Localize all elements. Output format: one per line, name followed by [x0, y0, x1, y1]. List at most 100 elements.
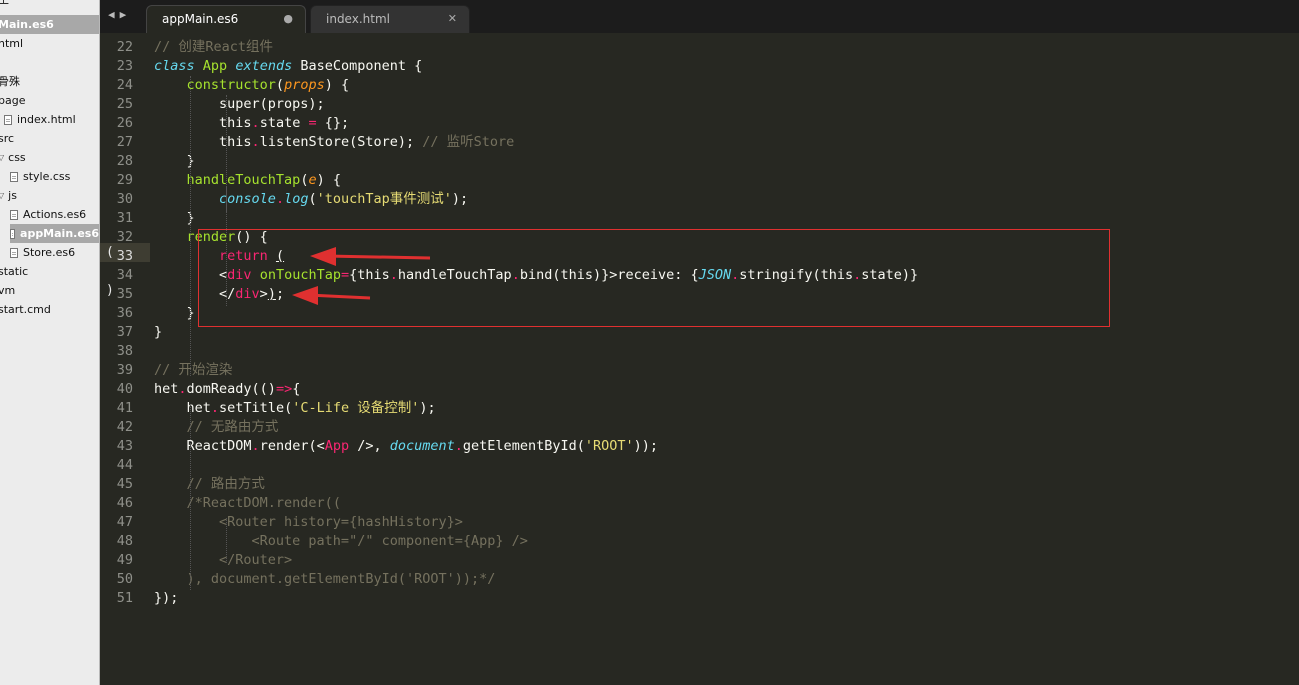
sidebar-item[interactable]: src	[0, 129, 99, 148]
code-line[interactable]: /*ReactDOM.render((	[154, 494, 341, 513]
forward-arrow-icon[interactable]: ▶	[120, 8, 132, 21]
code-line[interactable]: ), document.getElementById('ROOT'));*/	[154, 570, 496, 589]
line-number: 30	[116, 191, 133, 207]
line-number: 50	[116, 571, 133, 587]
code-line[interactable]: console.log('touchTap事件测试');	[154, 190, 468, 209]
line-number: 42	[116, 419, 133, 435]
line-number: 49	[116, 552, 133, 568]
line-number: 27	[116, 134, 133, 150]
sidebar-item[interactable]: 骨殊	[0, 72, 99, 91]
line-number: 29	[116, 172, 133, 188]
line-number: 32	[116, 229, 133, 245]
sidebar-item-label: js	[8, 189, 17, 202]
code-line[interactable]: constructor(props) {	[154, 76, 350, 95]
indent-guide	[226, 186, 227, 212]
unsaved-dot-icon[interactable]: ●	[283, 6, 293, 32]
sidebar-item[interactable]: style.css	[10, 167, 99, 186]
sidebar-item[interactable]	[0, 53, 99, 72]
code-line[interactable]: }	[154, 304, 195, 323]
code-line[interactable]: }	[154, 323, 162, 342]
line-number: 46	[116, 495, 133, 511]
sidebar-item-label: start.cmd	[0, 303, 51, 316]
line-number: 24	[116, 77, 133, 93]
code-line[interactable]: // 创建React组件	[154, 38, 273, 57]
line-number: 39	[116, 362, 133, 378]
folder-expanded-icon: ▽	[0, 186, 4, 205]
tab-index-html[interactable]: index.html ✕	[310, 5, 470, 33]
code-line[interactable]: }	[154, 209, 195, 228]
sidebar-item[interactable]: Store.es6	[10, 243, 99, 262]
sidebar-item[interactable]: Actions.es6	[10, 205, 99, 224]
code-line[interactable]: handleTouchTap(e) {	[154, 171, 341, 190]
sidebar-item-label: appMain.es6	[20, 227, 99, 240]
annotation-highlight-box	[198, 229, 1110, 327]
tab-bar: ◀▶ appMain.es6 ● index.html ✕	[100, 0, 1299, 33]
line-number: 38	[116, 343, 133, 359]
tab-appmain-es6[interactable]: appMain.es6 ●	[146, 5, 306, 33]
code-line[interactable]: het.setTitle('C-Life 设备控制');	[154, 399, 436, 418]
sidebar-item[interactable]: vm	[0, 281, 99, 300]
code-line[interactable]: }	[154, 152, 195, 171]
line-number: 45	[116, 476, 133, 492]
code-line[interactable]: class App extends BaseComponent {	[154, 57, 422, 76]
code-line[interactable]: this.listenStore(Store); // 监听Store	[154, 133, 514, 152]
code-line[interactable]: het.domReady(()=>{	[154, 380, 300, 399]
file-tree-sidebar: 王 Main.es6 html 骨殊 page index.htmlsrc ▽ css styl…	[0, 0, 100, 685]
sidebar-item[interactable]: static	[0, 262, 99, 281]
sidebar-item-label: Actions.es6	[23, 208, 87, 221]
line-number: 51	[116, 590, 133, 606]
sidebar-item-label: 骨殊	[0, 75, 20, 88]
close-icon[interactable]: ✕	[448, 6, 457, 32]
line-number: 33	[116, 248, 133, 264]
sidebar-item-label: 王	[0, 0, 9, 9]
indent-guide	[226, 518, 227, 563]
sidebar-item[interactable]: appMain.es6	[10, 224, 99, 243]
code-line[interactable]: // 开始渲染	[154, 361, 232, 380]
code-line[interactable]: </Router>	[154, 551, 292, 570]
sidebar-item[interactable]: start.cmd	[0, 300, 99, 319]
code-line[interactable]: });	[154, 589, 178, 608]
code-line[interactable]: ReactDOM.render(<App />, document.getEle…	[154, 437, 659, 456]
sidebar-item[interactable]: ▽ css	[0, 148, 99, 167]
file-icon	[4, 114, 12, 125]
sidebar-item-label: static	[0, 265, 29, 278]
code-line[interactable]: <Router history={hashHistory}>	[154, 513, 463, 532]
code-line[interactable]: // 无路由方式	[154, 418, 279, 437]
sidebar-item-label: css	[8, 151, 26, 164]
tab-label: appMain.es6	[162, 12, 239, 26]
sidebar-item-label: index.html	[17, 113, 76, 126]
line-number: 47	[116, 514, 133, 530]
line-number: 34	[116, 267, 133, 283]
sidebar-item-label: Store.es6	[23, 246, 76, 259]
sidebar-item-label: html	[0, 37, 24, 50]
indent-guide	[226, 95, 227, 235]
line-number: 48	[116, 533, 133, 549]
sidebar-item[interactable]: ▽ js	[0, 186, 99, 205]
sidebar-item-label: vm	[0, 284, 16, 297]
tab-nav-arrows[interactable]: ◀▶	[108, 8, 131, 21]
code-line[interactable]: // 路由方式	[154, 475, 265, 494]
file-icon	[10, 209, 18, 220]
code-line[interactable]: super(props);	[154, 95, 325, 114]
line-number: 22	[116, 39, 133, 55]
line-number: 26	[116, 115, 133, 131]
tab-label: index.html	[326, 12, 390, 26]
code-line[interactable]: <Route path="/" component={App} />	[154, 532, 528, 551]
back-arrow-icon[interactable]: ◀	[108, 8, 120, 21]
sidebar-item[interactable]: index.html	[4, 110, 99, 129]
sidebar-item[interactable]: html	[0, 34, 99, 53]
code-line[interactable]: this.state = {};	[154, 114, 349, 133]
file-icon	[10, 171, 18, 182]
line-number: 31	[116, 210, 133, 226]
line-number: 35	[116, 286, 133, 302]
sidebar-item[interactable]: Main.es6	[0, 15, 99, 34]
line-number: 43	[116, 438, 133, 454]
line-number: 23	[116, 58, 133, 74]
line-number: 44	[116, 457, 133, 473]
line-number-gutter: 22 23 24 25 26 27 28 29 30 31 32 33 34 35 36 37 38 39 40 41…	[100, 33, 150, 685]
sidebar-item[interactable]: 王	[0, 0, 99, 9]
file-icon	[10, 228, 16, 239]
line-number: 25	[116, 96, 133, 112]
sidebar-item[interactable]: page	[0, 91, 99, 110]
folder-expanded-icon: ▽	[0, 148, 4, 167]
